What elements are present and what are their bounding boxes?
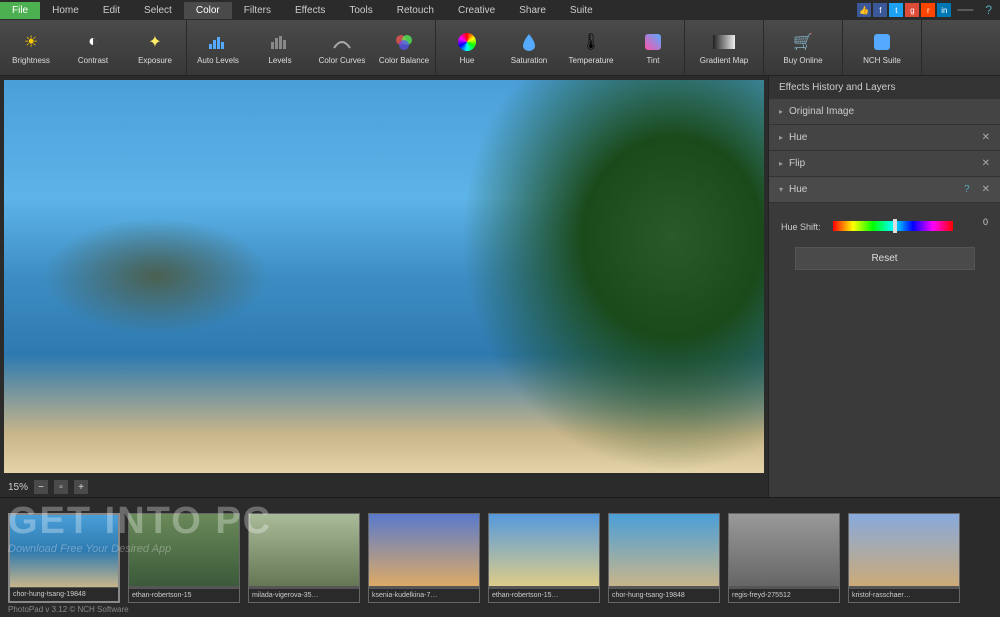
menu-file[interactable]: File xyxy=(0,2,40,19)
thumbnail[interactable]: kristof-rasschaer… xyxy=(848,513,960,603)
menubar: File Home Edit Select Color Filters Effe… xyxy=(0,0,1000,20)
zoom-out-button[interactable]: − xyxy=(34,480,48,494)
exposure-icon: ✦ xyxy=(144,31,166,53)
menu-share[interactable]: Share xyxy=(507,2,558,19)
gradient-map-button[interactable]: Gradient Map xyxy=(685,20,763,75)
auto-levels-icon xyxy=(207,31,229,53)
layer-flip[interactable]: ▸Flip✕ xyxy=(769,151,1000,177)
zoom-bar: 15% − ▫ + xyxy=(0,477,768,497)
menu-select[interactable]: Select xyxy=(132,2,184,19)
buy-online-button[interactable]: 🛒Buy Online xyxy=(764,20,842,75)
image-canvas[interactable] xyxy=(4,80,764,473)
curves-icon xyxy=(331,31,353,53)
zoom-level: 15% xyxy=(8,482,28,493)
color-curves-button[interactable]: Color Curves xyxy=(311,20,373,75)
layer-hue[interactable]: ▸Hue✕ xyxy=(769,125,1000,151)
menu-suite[interactable]: Suite xyxy=(558,2,605,19)
canvas-area: 15% − ▫ + xyxy=(0,76,768,497)
thumbnail[interactable]: chor-hung-tsang-19848 xyxy=(608,513,720,603)
exposure-button[interactable]: ✦Exposure xyxy=(124,20,186,75)
reddit-icon[interactable]: r xyxy=(921,3,935,17)
color-balance-icon xyxy=(393,31,415,53)
thumbnail[interactable]: regis-freyd-275512 xyxy=(728,513,840,603)
googleplus-icon[interactable]: g xyxy=(905,3,919,17)
thumbnail-strip: chor-hung-tsang-19848 ethan-robertson-15… xyxy=(0,497,1000,617)
levels-button[interactable]: Levels xyxy=(249,20,311,75)
effects-panel: Effects History and Layers ▸Original Ima… xyxy=(768,76,1000,497)
nch-suite-button[interactable]: NCH Suite xyxy=(843,20,921,75)
zoom-in-button[interactable]: + xyxy=(74,480,88,494)
hue-shift-label: Hue Shift: xyxy=(781,222,829,232)
menu-filters[interactable]: Filters xyxy=(232,2,283,19)
thumbnail[interactable]: ethan-robertson-15 xyxy=(128,513,240,603)
hue-button[interactable]: Hue xyxy=(436,20,498,75)
layer-hue-expanded[interactable]: ▾Hue?✕ xyxy=(769,177,1000,203)
saturation-icon xyxy=(518,31,540,53)
menu-tools[interactable]: Tools xyxy=(337,2,384,19)
gradient-icon xyxy=(713,31,735,53)
auto-levels-button[interactable]: Auto Levels xyxy=(187,20,249,75)
tint-icon xyxy=(642,31,664,53)
menu-creative[interactable]: Creative xyxy=(446,2,507,19)
menu-effects[interactable]: Effects xyxy=(283,2,337,19)
facebook-icon[interactable]: f xyxy=(873,3,887,17)
twitter-icon[interactable]: t xyxy=(889,3,903,17)
reset-button[interactable]: Reset xyxy=(795,247,975,270)
menu-retouch[interactable]: Retouch xyxy=(385,2,446,19)
contrast-button[interactable]: ◐Contrast xyxy=(62,20,124,75)
dash-icon: — xyxy=(957,1,973,19)
menu-edit[interactable]: Edit xyxy=(91,2,132,19)
chevron-down-icon: ▾ xyxy=(779,185,783,194)
like-icon[interactable]: 👍 xyxy=(857,3,871,17)
toolbar: ☀Brightness ◐Contrast ✦Exposure Auto Lev… xyxy=(0,20,1000,76)
thumbnail[interactable]: ethan-robertson-15… xyxy=(488,513,600,603)
zoom-reset-button[interactable]: ▫ xyxy=(54,480,68,494)
help-icon[interactable]: ? xyxy=(985,3,992,17)
menu-home[interactable]: Home xyxy=(40,2,91,19)
contrast-icon: ◐ xyxy=(82,31,104,53)
panel-title: Effects History and Layers xyxy=(769,76,1000,99)
close-icon[interactable]: ✕ xyxy=(982,132,990,143)
hue-control: Hue Shift: 0 Reset xyxy=(769,203,1000,296)
statusbar: PhotoPad v 3.12 © NCH Software xyxy=(0,603,1000,617)
brightness-button[interactable]: ☀Brightness xyxy=(0,20,62,75)
suite-icon xyxy=(871,31,893,53)
color-balance-button[interactable]: Color Balance xyxy=(373,20,435,75)
slider-thumb[interactable] xyxy=(893,219,897,233)
cart-icon: 🛒 xyxy=(792,31,814,53)
thumbnail[interactable]: ksenia-kudelkina-7… xyxy=(368,513,480,603)
hue-slider[interactable] xyxy=(833,221,953,231)
thumbnail[interactable]: milada-vigerova-35… xyxy=(248,513,360,603)
layer-original[interactable]: ▸Original Image xyxy=(769,99,1000,125)
levels-icon xyxy=(269,31,291,53)
brightness-icon: ☀ xyxy=(20,31,42,53)
tint-button[interactable]: Tint xyxy=(622,20,684,75)
saturation-button[interactable]: Saturation xyxy=(498,20,560,75)
chevron-right-icon: ▸ xyxy=(779,133,783,142)
temperature-button[interactable]: 🌡Temperature xyxy=(560,20,622,75)
close-icon[interactable]: ✕ xyxy=(982,158,990,169)
hue-value: 0 xyxy=(983,217,988,227)
linkedin-icon[interactable]: in xyxy=(937,3,951,17)
main-area: 15% − ▫ + Effects History and Layers ▸Or… xyxy=(0,76,1000,497)
hue-icon xyxy=(456,31,478,53)
help-icon[interactable]: ? xyxy=(964,184,970,195)
menu-color[interactable]: Color xyxy=(184,2,232,19)
chevron-right-icon: ▸ xyxy=(779,107,783,116)
temperature-icon: 🌡 xyxy=(580,31,602,53)
chevron-right-icon: ▸ xyxy=(779,159,783,168)
thumbnail[interactable]: chor-hung-tsang-19848 xyxy=(8,513,120,603)
close-icon[interactable]: ✕ xyxy=(982,184,990,195)
menubar-right: 👍 f t g r in — ? xyxy=(857,1,1000,19)
